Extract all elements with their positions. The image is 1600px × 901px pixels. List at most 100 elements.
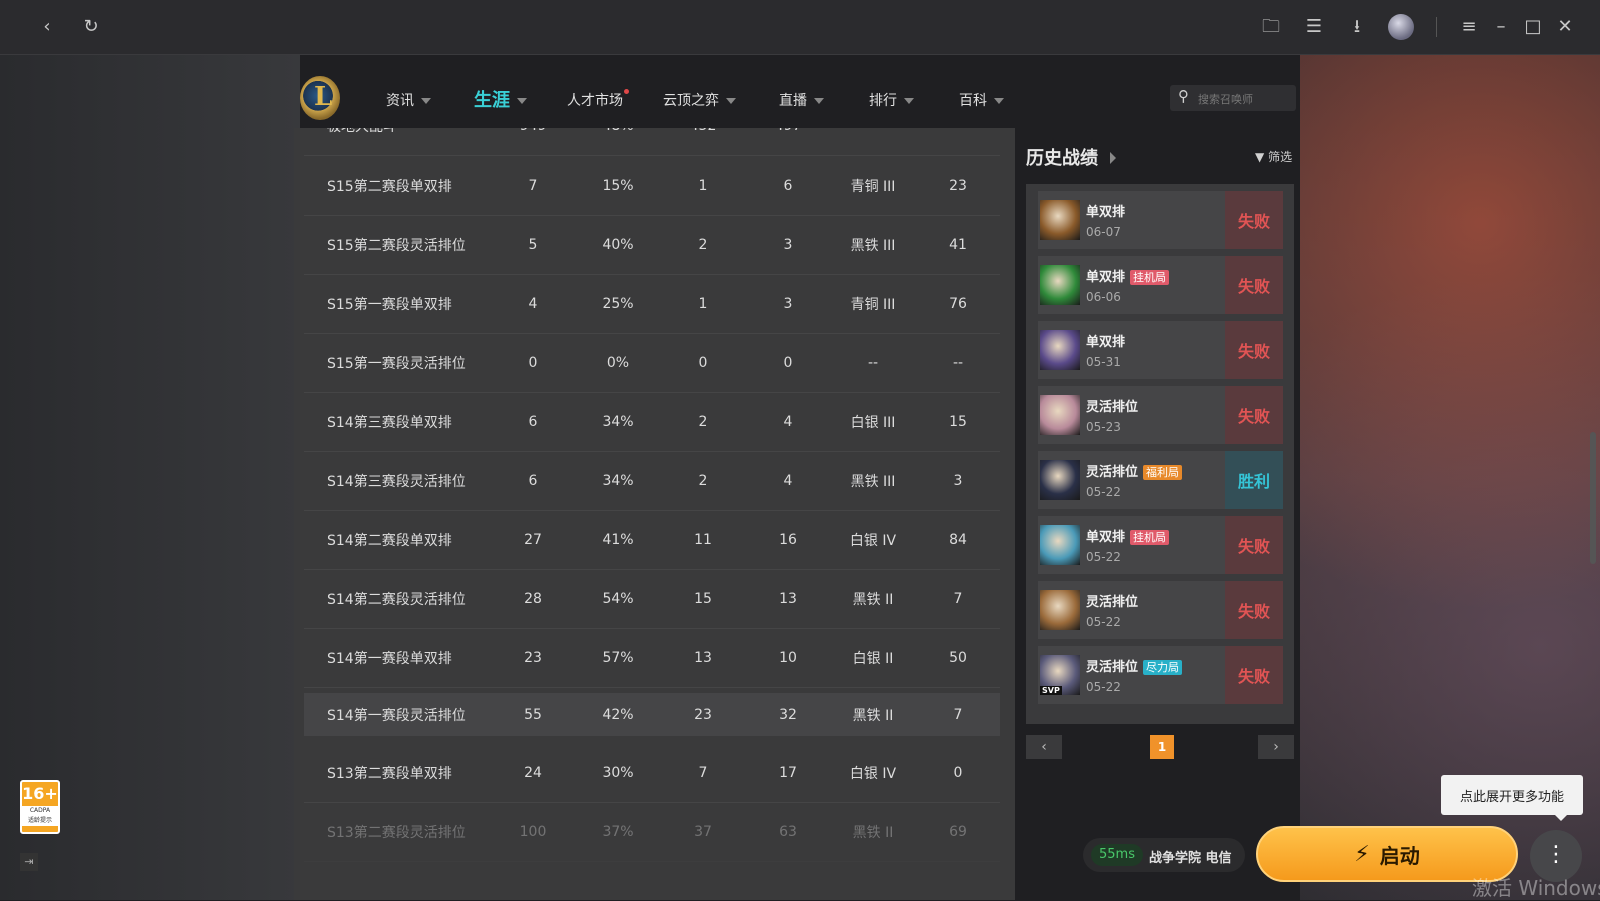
table-row[interactable]: S14第一赛段灵活排位 55 42% 23 32 黑铁 II 7 bbox=[304, 693, 1000, 736]
minimize-icon[interactable]: – bbox=[1488, 14, 1514, 40]
queue-type: 灵活排位 福利局 bbox=[1086, 461, 1183, 480]
match-date: 06-06 bbox=[1086, 290, 1121, 304]
nav-item-tft[interactable]: 云顶之弈 bbox=[663, 90, 736, 110]
lol-logo[interactable]: L bbox=[300, 76, 340, 120]
queue-label: 灵活排位 bbox=[1086, 660, 1139, 675]
table-row[interactable]: S15第二赛段单双排 7 15% 1 6 青铜 III 23 bbox=[304, 156, 1000, 216]
match-history-item[interactable]: 灵活排位 05-23 失败 bbox=[1038, 386, 1283, 444]
prev-page-button[interactable]: ‹ bbox=[1026, 735, 1062, 759]
refresh-icon[interactable]: ↻ bbox=[78, 14, 104, 40]
lp-cell: 7 bbox=[953, 590, 963, 607]
nav-item-career[interactable]: 生涯 bbox=[474, 86, 527, 112]
title-bar: ‹ ↻ 🗀 ☰ ⭳ ≡ – □ ✕ bbox=[0, 0, 1600, 55]
next-page-button[interactable]: › bbox=[1258, 735, 1294, 759]
queue-name-cell: S13第二赛段单双排 bbox=[327, 765, 452, 782]
match-history-item[interactable]: 灵活排位 福利局 05-22 胜利 bbox=[1038, 451, 1283, 509]
close-icon[interactable]: ✕ bbox=[1552, 14, 1578, 40]
table-row[interactable]: S14第一赛段单双排 23 57% 13 10 白银 II 50 bbox=[304, 628, 1000, 688]
nav-item-ranking[interactable]: 排行 bbox=[869, 90, 914, 110]
match-date: 05-23 bbox=[1086, 420, 1121, 434]
server-name: 战争学院 电信 bbox=[1149, 851, 1232, 866]
wins-cell: 37 bbox=[694, 823, 712, 840]
table-row[interactable]: S14第二赛段单双排 27 41% 11 16 白银 IV 84 bbox=[304, 510, 1000, 570]
chevron-right-icon[interactable] bbox=[1110, 152, 1116, 164]
match-tag: 挂机局 bbox=[1130, 270, 1170, 285]
games-cell: 6 bbox=[528, 472, 538, 489]
lp-cell: 15 bbox=[949, 413, 967, 430]
start-label: 启动 bbox=[1379, 843, 1420, 868]
search-input[interactable] bbox=[1196, 88, 1294, 110]
match-result: 失败 bbox=[1225, 646, 1283, 704]
losses-cell: 16 bbox=[779, 531, 797, 548]
winrate-cell: 25% bbox=[602, 295, 634, 312]
tier-cell: 白银 III bbox=[850, 414, 896, 431]
champion-portrait bbox=[1040, 395, 1080, 435]
server-selector[interactable]: 55ms 战争学院 电信 bbox=[1083, 838, 1245, 872]
match-history-item[interactable]: 单双排 06-07 失败 bbox=[1038, 191, 1283, 249]
tier-cell: 黑铁 III bbox=[850, 473, 896, 490]
nav-item-wiki[interactable]: 百科 bbox=[959, 90, 1004, 110]
match-history-item[interactable]: 单双排 挂机局 05-22 失败 bbox=[1038, 516, 1283, 574]
queue-label: 灵活排位 bbox=[1086, 465, 1139, 480]
nav-item-news[interactable]: 资讯 bbox=[386, 90, 431, 110]
right-background-art bbox=[1300, 54, 1600, 900]
title-separator bbox=[1436, 17, 1437, 37]
notification-dot bbox=[624, 89, 629, 94]
tier-cell: 白银 IV bbox=[849, 532, 897, 549]
back-icon[interactable]: ‹ bbox=[34, 14, 60, 40]
match-history-item[interactable]: 灵活排位 05-22 失败 bbox=[1038, 581, 1283, 639]
queue-label: 单双排 bbox=[1086, 530, 1126, 545]
collapse-sidebar-icon[interactable]: ⇥ bbox=[20, 853, 38, 871]
table-row[interactable]: S14第二赛段灵活排位 28 54% 15 13 黑铁 II 7 bbox=[304, 569, 1000, 629]
winrate-cell: 57% bbox=[602, 649, 634, 666]
summoner-search: ⚲ bbox=[1170, 85, 1296, 111]
queue-label: 灵活排位 bbox=[1086, 400, 1139, 415]
table-row[interactable]: S13第二赛段灵活排位 100 37% 37 63 黑铁 II 69 bbox=[304, 802, 1000, 862]
user-avatar[interactable] bbox=[1388, 14, 1414, 40]
champion-portrait bbox=[1040, 330, 1080, 370]
message-icon[interactable]: ☰ bbox=[1301, 14, 1327, 40]
wins-cell: 23 bbox=[694, 706, 712, 723]
filter-button[interactable]: ▼ 筛选 bbox=[1255, 148, 1292, 165]
age-rating-org: CADPA bbox=[22, 806, 58, 816]
lp-cell: 41 bbox=[949, 236, 967, 253]
match-history-item[interactable]: 单双排 05-31 失败 bbox=[1038, 321, 1283, 379]
chevron-down-icon bbox=[994, 98, 1004, 104]
table-row[interactable]: 极地大乱斗949 48% 452 497 -- -- bbox=[304, 128, 1000, 156]
menu-icon[interactable]: ≡ bbox=[1456, 14, 1482, 40]
games-cell: 5 bbox=[528, 236, 538, 253]
winrate-cell: 40% bbox=[602, 236, 634, 253]
table-row[interactable]: S14第三赛段单双排 6 34% 2 4 白银 III 15 bbox=[304, 392, 1000, 452]
nav-item-live[interactable]: 直播 bbox=[779, 90, 824, 110]
table-row[interactable]: S15第一赛段灵活排位 0 0% 0 0 -- -- bbox=[304, 333, 1000, 393]
table-row[interactable]: S15第一赛段单双排 4 25% 1 3 青铜 III 76 bbox=[304, 274, 1000, 334]
current-page[interactable]: 1 bbox=[1150, 735, 1174, 759]
match-date: 05-22 bbox=[1086, 680, 1121, 694]
svp-badge: SVP bbox=[1040, 686, 1062, 695]
match-result: 失败 bbox=[1225, 516, 1283, 574]
maximize-icon[interactable]: □ bbox=[1520, 14, 1546, 40]
winrate-cell: 30% bbox=[602, 764, 634, 781]
page-scrollbar[interactable] bbox=[1590, 432, 1596, 564]
match-history-item[interactable]: 单双排 挂机局 06-06 失败 bbox=[1038, 256, 1283, 314]
wins-cell: 452 bbox=[673, 128, 733, 155]
tier-cell: -- bbox=[867, 354, 879, 371]
match-date: 06-07 bbox=[1086, 225, 1121, 239]
history-title[interactable]: 历史战绩 bbox=[1026, 144, 1098, 170]
queue-name-cell: S15第二赛段单双排 bbox=[327, 178, 452, 195]
search-icon[interactable]: ⚲ bbox=[1178, 87, 1189, 105]
winrate-cell: 42% bbox=[602, 706, 634, 723]
match-result: 失败 bbox=[1225, 581, 1283, 639]
games-cell: 24 bbox=[524, 764, 542, 781]
tier-cell: 青铜 III bbox=[850, 296, 896, 313]
folder-icon[interactable]: 🗀 bbox=[1258, 14, 1284, 40]
table-row[interactable]: S14第三赛段灵活排位 6 34% 2 4 黑铁 III 3 bbox=[304, 451, 1000, 511]
match-history-item[interactable]: SVP 灵活排位 尽力局 05-22 失败 bbox=[1038, 646, 1283, 704]
nav-item-talent-market[interactable]: 人才市场 bbox=[567, 89, 629, 110]
table-row[interactable]: S15第二赛段灵活排位 5 40% 2 3 黑铁 III 41 bbox=[304, 215, 1000, 275]
lp-cell: -- bbox=[952, 354, 964, 371]
queue-type: 单双排 bbox=[1086, 331, 1125, 350]
match-tag: 福利局 bbox=[1143, 465, 1183, 480]
download-icon[interactable]: ⭳ bbox=[1344, 14, 1370, 40]
table-row[interactable]: S13第二赛段单双排 24 30% 7 17 白银 IV 0 bbox=[304, 743, 1000, 803]
